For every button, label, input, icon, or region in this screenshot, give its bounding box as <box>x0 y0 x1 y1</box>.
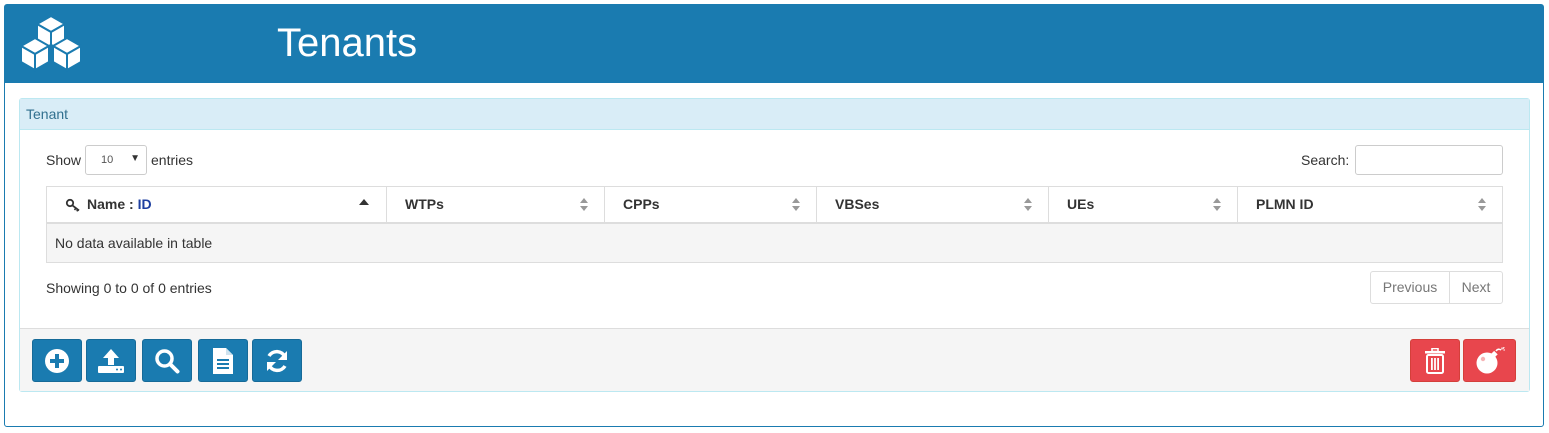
search-label: Search: <box>1301 152 1350 168</box>
column-label: WTPs <box>405 196 444 212</box>
tenant-table: Name : ID WTPs CPPs VBSes UEs PLMN ID No… <box>46 186 1503 263</box>
sort-both-icon <box>580 198 588 212</box>
search-icon <box>155 348 180 373</box>
refresh-button[interactable] <box>252 339 302 382</box>
column-header-name-id[interactable]: Name : ID <box>47 187 387 222</box>
column-header-cpps[interactable]: CPPs <box>605 187 817 222</box>
refresh-icon <box>267 349 287 372</box>
document-icon <box>213 347 233 374</box>
document-button[interactable] <box>198 339 248 382</box>
column-label: CPPs <box>623 196 660 212</box>
cubes-icon <box>18 14 84 72</box>
empty-table-message: No data available in table <box>47 224 1502 262</box>
upload-icon <box>98 348 124 373</box>
bomb-icon <box>1476 346 1505 373</box>
column-name-part: Name : <box>87 196 138 212</box>
show-label: Show <box>46 152 82 168</box>
entries-length-select[interactable]: 10 ▼ <box>85 145 147 175</box>
column-label: PLMN ID <box>1256 196 1314 212</box>
column-header-wtps[interactable]: WTPs <box>387 187 605 222</box>
add-icon <box>45 348 69 373</box>
panel-footer <box>20 328 1529 391</box>
column-id-part: ID <box>137 196 152 212</box>
next-page-button[interactable]: Next <box>1450 272 1502 303</box>
top-header: Tenants <box>5 5 1543 83</box>
column-label: UEs <box>1067 196 1095 212</box>
column-header-vbses[interactable]: VBSes <box>817 187 1049 222</box>
app-frame: Tenants Tenant Show 10 ▼ entries Search:… <box>4 4 1544 427</box>
sort-both-icon <box>1213 198 1221 212</box>
tenant-panel: Tenant Show 10 ▼ entries Search: Name : … <box>19 98 1530 392</box>
sort-ascending-icon <box>359 199 369 205</box>
search-input[interactable] <box>1355 145 1503 175</box>
sort-both-icon <box>792 198 800 212</box>
search-button[interactable] <box>142 339 192 382</box>
pagination: Previous Next <box>1370 271 1503 304</box>
upload-button[interactable] <box>86 339 136 382</box>
entries-label: entries <box>151 152 194 168</box>
table-header: Name : ID WTPs CPPs VBSes UEs PLMN ID <box>47 187 1502 224</box>
column-label: VBSes <box>835 196 880 212</box>
sort-both-icon <box>1024 198 1032 212</box>
table-info: Showing 0 to 0 of 0 entries <box>46 280 212 296</box>
entries-length-value: 10 <box>101 154 114 166</box>
key-icon <box>65 198 80 212</box>
delete-button[interactable] <box>1410 339 1460 382</box>
trash-icon <box>1425 347 1445 374</box>
add-tenant-button[interactable] <box>32 339 82 382</box>
sort-both-icon <box>1478 198 1486 212</box>
page-title: Tenants <box>277 21 418 65</box>
chevron-down-icon: ▼ <box>130 153 140 164</box>
column-label: Name : ID <box>87 187 152 222</box>
column-header-plmn-id[interactable]: PLMN ID <box>1238 187 1502 222</box>
reset-all-button[interactable] <box>1463 339 1516 382</box>
column-header-ues[interactable]: UEs <box>1049 187 1238 222</box>
previous-page-button[interactable]: Previous <box>1371 272 1450 303</box>
panel-heading: Tenant <box>20 99 1529 130</box>
